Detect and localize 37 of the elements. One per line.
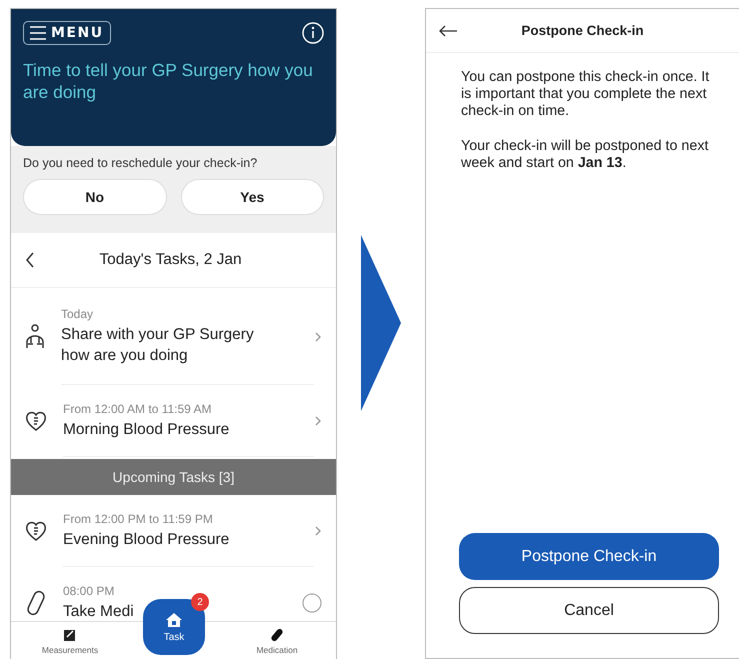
- task-time: From 12:00 AM to 11:59 AM: [63, 402, 212, 416]
- task-name[interactable]: Evening Blood Pressure: [63, 528, 230, 550]
- menu-button[interactable]: MENU: [23, 21, 111, 45]
- task-time: Today: [61, 306, 94, 320]
- answer-button[interactable]: Yes: [180, 179, 324, 215]
- cancel-button[interactable]: Cancel: [459, 587, 719, 634]
- person-icon: [25, 324, 45, 350]
- back-arrow-icon[interactable]: [438, 24, 458, 36]
- notepad-icon: [63, 628, 77, 642]
- heart-icon: [25, 410, 47, 432]
- postpone-button[interactable]: Postpone Check-in: [459, 533, 719, 580]
- nav-label[interactable]: Medication: [256, 645, 298, 655]
- chevron-right-icon[interactable]: [314, 330, 322, 342]
- question: Do you need to reschedule your check-in?: [23, 156, 258, 170]
- pill-icon: [25, 590, 47, 616]
- chevron-right-icon[interactable]: [314, 525, 322, 537]
- task-name[interactable]: Morning Blood Pressure: [63, 418, 230, 440]
- back-icon[interactable]: [25, 252, 35, 268]
- task-name[interactable]: Share with your GP Surgery how are you doing: [61, 324, 284, 366]
- info-paragraph: Your check-in will be postponed to next week and start on Jan 13.: [461, 138, 710, 172]
- chevron-right-icon[interactable]: [314, 415, 322, 427]
- menu-icon: [30, 26, 46, 40]
- count-badge: 2: [191, 593, 209, 611]
- task-name[interactable]: Take Medi: [63, 600, 134, 622]
- task-time: 08:00 PM: [63, 584, 114, 598]
- screen-title: Postpone Check-in: [520, 23, 645, 38]
- heart-icon: [25, 520, 47, 542]
- tasks-title: Today's Tasks, 2 Jan: [98, 251, 243, 269]
- radio-circle[interactable]: [302, 593, 322, 613]
- info-paragraph: You can postpone this check-in once. It is important that you complete the next check-in on time.: [461, 69, 710, 120]
- upcoming-header: Upcoming Tasks [3]: [11, 459, 336, 495]
- nav-label[interactable]: Measurements: [42, 645, 98, 655]
- task-time: From 12:00 PM to 11:59 PM: [63, 512, 213, 526]
- answer-button[interactable]: No: [23, 179, 166, 215]
- info-icon[interactable]: [302, 22, 324, 44]
- home-icon: [165, 612, 183, 628]
- headline: Time to tell your GP Surgery how you are doing: [23, 59, 314, 103]
